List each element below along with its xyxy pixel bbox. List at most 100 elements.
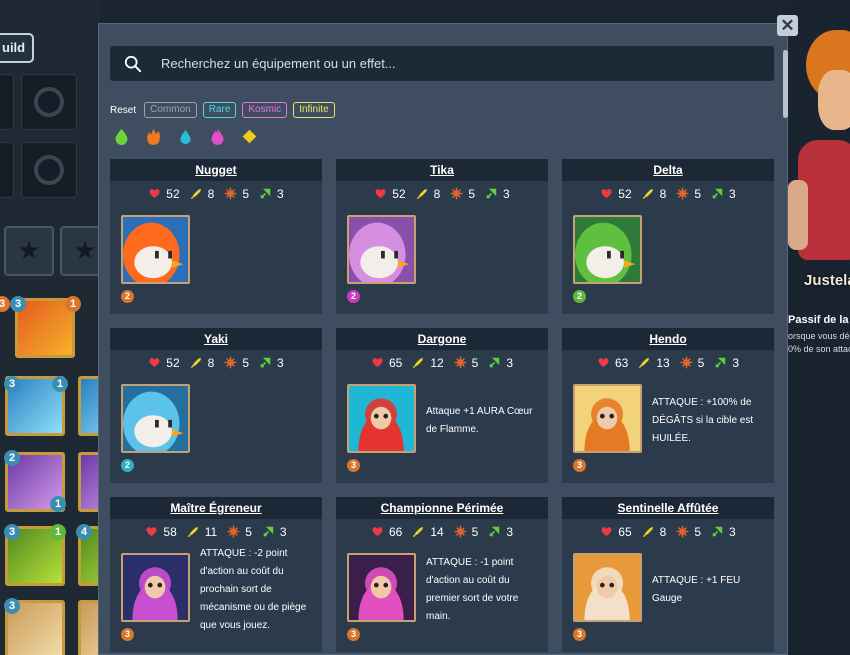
spell-cost-badge: 4	[76, 524, 92, 540]
stat-atk: 13	[638, 356, 670, 370]
spell-cost-badge: 3	[0, 296, 10, 312]
stat-value: 8	[659, 524, 667, 539]
companion-stats: 65 8 5 3	[562, 519, 774, 544]
spell-cost-badge: 1	[52, 376, 68, 392]
companion-portrait[interactable]	[347, 215, 416, 284]
movement-icon	[712, 526, 723, 537]
neutral-element-icon[interactable]	[241, 128, 258, 145]
companion-level-badge: 2	[347, 290, 360, 303]
movement-icon	[486, 188, 497, 199]
companion-portrait-art	[575, 555, 640, 620]
character-panel: Justela Passif de la cla orsque vous déc…	[788, 0, 850, 655]
initiative-icon	[454, 525, 467, 538]
stat-hp: 65	[371, 356, 402, 370]
movement-icon	[489, 357, 500, 368]
attack-icon	[413, 526, 424, 538]
stat-hp: 52	[148, 187, 180, 201]
spell-cost-badge: 1	[65, 296, 81, 312]
companion-stats: 52 8 5 3	[336, 181, 548, 206]
earth-element-icon[interactable]	[113, 128, 130, 145]
modal-scrollbar-thumb[interactable]	[783, 50, 788, 118]
stat-spd: 5	[454, 355, 479, 370]
companion-effect-description: Attaque +1 AURA Cœur de Flamme.	[426, 384, 541, 458]
companion-name[interactable]: Tika	[336, 159, 548, 181]
companion-portrait[interactable]	[573, 553, 642, 622]
stat-atk: 8	[642, 186, 667, 201]
companion-portrait-art	[575, 386, 640, 451]
companion-portrait[interactable]	[573, 215, 642, 284]
companion-name[interactable]: Maître Égreneur	[110, 497, 322, 519]
search-input[interactable]	[142, 46, 774, 81]
stat-value: 3	[506, 355, 514, 370]
companion-portrait-art	[123, 217, 188, 282]
companion-portrait[interactable]	[573, 384, 642, 453]
movement-icon	[260, 188, 271, 199]
companion-card[interactable]: Championne Périmée 66 14 5 3 3 ATTAQUE : -1 po…	[336, 497, 548, 652]
companion-card[interactable]: Tika 52 8 5 3 2	[336, 159, 548, 314]
companion-card[interactable]: Maître Égreneur 58 11 5 3 3 ATTAQUE : -2 point…	[110, 497, 322, 652]
companion-stats: 66 14 5 3	[336, 519, 548, 544]
stat-value: 11	[204, 524, 218, 539]
spell-cost-badge: 2	[4, 450, 20, 466]
companion-level-badge: 3	[347, 628, 360, 641]
stat-hp: 52	[600, 187, 632, 201]
companion-card[interactable]: Sentinelle Affûtée 65 8 5 3 3 ATTAQUE : +1 FEU…	[562, 497, 774, 652]
companion-name[interactable]: Sentinelle Affûtée	[562, 497, 774, 519]
filter-chip-rare[interactable]: Rare	[202, 102, 237, 118]
stat-spd: 5	[680, 356, 704, 370]
companion-level-badge: 2	[121, 459, 134, 472]
companion-name[interactable]: Delta	[562, 159, 774, 181]
companion-name[interactable]: Championne Périmée	[336, 497, 548, 519]
initiative-icon	[676, 187, 689, 200]
water-element-icon[interactable]	[177, 128, 194, 145]
companion-card[interactable]: Dargone 65 12 5 3 3 Attaque +1 AURA Cœur de Fl…	[336, 328, 548, 483]
air-element-icon[interactable]	[209, 128, 226, 145]
companion-card[interactable]: Delta 52 8 5 3 2	[562, 159, 774, 314]
companion-portrait[interactable]	[121, 553, 190, 622]
companion-card[interactable]: Yaki 52 8 5 3 2	[110, 328, 322, 483]
stat-spd: 5	[224, 356, 249, 370]
filter-chip-common[interactable]: Common	[144, 102, 197, 118]
health-icon	[372, 358, 383, 368]
companion-card[interactable]: Hendo 63 13 5 3 3 ATTAQUE : +100% de DÉGÂTS si…	[562, 328, 774, 483]
companion-level-badge: 3	[573, 628, 586, 641]
equipment-slot[interactable]	[0, 74, 14, 130]
stat-value: 8	[207, 355, 215, 370]
equipment-slot[interactable]	[21, 74, 77, 130]
star-icon: ★	[17, 235, 41, 265]
companion-level-badge: 2	[121, 290, 134, 303]
filter-chip-kosmic[interactable]: Kosmic	[242, 102, 288, 118]
companion-portrait[interactable]	[347, 384, 416, 453]
fire-element-icon[interactable]	[145, 128, 162, 145]
companion-stats: 58 11 5 3	[110, 519, 322, 544]
companion-portrait[interactable]	[121, 215, 190, 284]
companion-name[interactable]: Hendo	[562, 328, 774, 350]
companion-portrait[interactable]	[347, 553, 416, 622]
equipment-slot[interactable]	[21, 142, 77, 198]
stat-atk: 8	[642, 524, 667, 539]
attack-icon	[642, 526, 653, 538]
build-button[interactable]: uild	[0, 33, 34, 63]
health-icon	[601, 189, 612, 199]
attack-icon	[413, 357, 424, 369]
stat-value: 8	[659, 186, 667, 201]
companion-portrait-art	[123, 555, 188, 620]
companion-card[interactable]: Nugget 52 8 5 3 2	[110, 159, 322, 314]
companion-effect-description: ATTAQUE : +1 FEU Gauge	[652, 553, 767, 627]
attack-icon	[190, 188, 201, 200]
companion-name[interactable]: Yaki	[110, 328, 322, 350]
reset-filters-button[interactable]: Reset	[110, 105, 136, 116]
filter-chip-infinite[interactable]: Infinite	[293, 102, 335, 118]
health-icon	[375, 189, 386, 199]
companion-name[interactable]: Nugget	[110, 159, 322, 181]
stat-value: 5	[471, 355, 479, 370]
initiative-icon	[680, 356, 693, 369]
stat-atk: 8	[190, 187, 214, 201]
companion-name[interactable]: Dargone	[336, 328, 548, 350]
spell-cost-badge: 3	[10, 296, 26, 312]
companion-slot[interactable]: ★	[4, 226, 54, 276]
character-name: Justela	[804, 272, 850, 289]
equipment-slot[interactable]	[0, 142, 14, 198]
close-button[interactable]: ✕	[777, 15, 798, 36]
companion-portrait[interactable]	[121, 384, 190, 453]
